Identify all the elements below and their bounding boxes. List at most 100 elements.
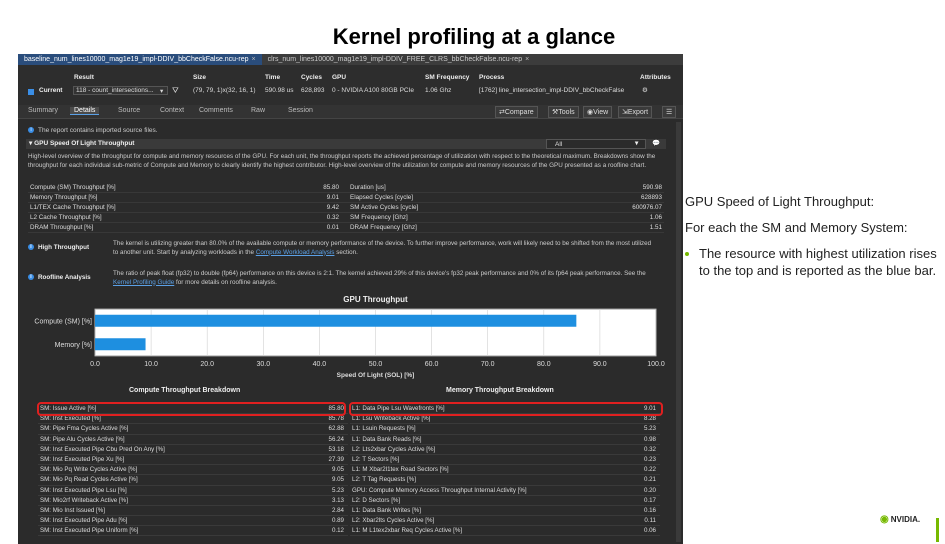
side-line-2: For each the SM and Memory System: bbox=[685, 220, 908, 235]
view-button[interactable]: ◉View bbox=[583, 106, 613, 118]
side-bullet: The resource with highest utilization ri… bbox=[685, 245, 943, 279]
x-tick-label: 50.0 bbox=[369, 361, 383, 368]
filter-icon[interactable]: ⛛ bbox=[172, 86, 179, 96]
breakdown-metric-value: 8.28 bbox=[643, 415, 656, 423]
chart-title: GPU Throughput bbox=[343, 295, 408, 304]
accent-bar bbox=[936, 518, 939, 542]
chevron-down-icon[interactable]: ▾ bbox=[160, 87, 163, 95]
breakdown-metric-name: L2: D Sectors [%] bbox=[352, 496, 401, 504]
section-body-select[interactable]: All bbox=[546, 139, 646, 149]
bar-compute bbox=[95, 314, 577, 327]
tab-comments[interactable]: Comments bbox=[195, 107, 237, 114]
breakdown-row: SM: Mio Pq Read Cycles Active [%] 9.05 bbox=[38, 475, 348, 486]
breakdown-metric-value: 0.11 bbox=[644, 517, 656, 525]
high-throughput-text: The kernel is utilizing greater than 80.… bbox=[113, 240, 652, 256]
cycles-label: Cycles bbox=[301, 74, 322, 81]
info-icon: i bbox=[28, 127, 34, 134]
breakdown-row: SM: Mio Pq Write Cycles Active [%] 9.05 bbox=[38, 465, 348, 476]
info-icon: i bbox=[28, 274, 34, 281]
size-value: (79, 79, 1)x(32, 16, 1) bbox=[193, 87, 256, 94]
chevron-down-icon[interactable]: ▾ bbox=[635, 139, 638, 149]
cycles-value: 628,893 bbox=[301, 87, 325, 94]
breakdown-metric-value: 0.16 bbox=[643, 506, 656, 514]
breakdown-metric-value: 0.20 bbox=[643, 486, 656, 494]
slide: Kernel profiling at a glance baseline_nu… bbox=[0, 0, 945, 544]
breakdown-metric-name: SM: Mio Pq Read Cycles Active [%] bbox=[40, 476, 138, 484]
breakdown-metric-value: 0.21 bbox=[643, 476, 656, 484]
breakdown-row: SM: Pipe Fma Cycles Active [%] 62.88 bbox=[38, 424, 348, 435]
section-header[interactable]: ▾ GPU Speed Of Light Throughput All ▾ 💬 bbox=[26, 139, 666, 149]
metric-name: Duration [us] bbox=[350, 184, 386, 191]
metric-name: Memory Throughput [%] bbox=[30, 194, 98, 201]
metric-value: 628893 bbox=[640, 194, 662, 201]
report-tab-baseline[interactable]: baseline_num_lines10000_mag1e19_impl-DDI… bbox=[18, 54, 262, 65]
comment-icon[interactable]: 💬 bbox=[652, 139, 660, 149]
close-icon[interactable]: × bbox=[252, 56, 256, 63]
metric-row: Memory Throughput [%] 9.01 Elapsed Cycles … bbox=[28, 193, 664, 203]
side-line-1: GPU Speed of Light Throughput: bbox=[685, 194, 875, 209]
tab-summary[interactable]: Summary bbox=[24, 107, 62, 114]
breakdown-row: SM: Inst Executed Pipe Uniform [%] 0.12 bbox=[38, 526, 348, 537]
breakdown-metric-name: GPU: Compute Memory Access Throughput In… bbox=[352, 486, 527, 494]
breakdown-row: L2: D Sectors [%] 0.17 bbox=[350, 496, 660, 506]
compute-workload-analysis-link[interactable]: Compute Workload Analysis bbox=[256, 249, 335, 256]
report-tab-bar: baseline_num_lines10000_mag1e19_impl-DDI… bbox=[18, 54, 683, 65]
attributes-label: Attributes bbox=[640, 74, 671, 81]
breakdown-row: SM: Inst Executed Pipe Xu [%] 27.39 bbox=[38, 455, 348, 466]
breakdown-metric-name: SM: Inst Executed Pipe Adu [%] bbox=[40, 517, 128, 525]
breakdown-metric-name: L1: Lsu Writeback Active [%] bbox=[352, 415, 431, 423]
breakdown-metric-name: SM: Inst Executed [%] bbox=[40, 415, 101, 423]
breakdown-row: L2: T Sectors [%] 0.23 bbox=[350, 455, 660, 466]
breakdown-row: L1: M L1tex2xbar Req Cycles Active [%] 0.… bbox=[350, 526, 660, 537]
breakdown-metric-value: 5.23 bbox=[643, 425, 656, 433]
breakdown-row: SM: Mio Inst Issued [%] 2.84 bbox=[38, 506, 348, 517]
compare-button[interactable]: ⇄Compare bbox=[495, 106, 538, 118]
metric-value: 9.01 bbox=[326, 194, 339, 201]
report-tab-clrs[interactable]: clrs_num_lines10000_mag1e19_impl-DDIV_FR… bbox=[262, 54, 536, 65]
roofline-text: The ratio of peak float (fp32) to double… bbox=[113, 270, 646, 286]
nvidia-eye-icon: ◉ bbox=[880, 514, 889, 525]
result-label: Result bbox=[74, 74, 94, 81]
bar-memory bbox=[95, 338, 146, 351]
export-button[interactable]: ⇲Export bbox=[618, 106, 653, 118]
compute-breakdown-table: SM: Issue Active [%] 85.80 SM: Inst Execut… bbox=[38, 404, 348, 537]
collapse-arrow-icon[interactable]: ▾ bbox=[29, 140, 32, 147]
x-tick-label: 40.0 bbox=[313, 361, 327, 368]
menu-icon[interactable]: ☰ bbox=[662, 106, 677, 118]
breakdown-metric-name: SM: Inst Executed Pipe Xu [%] bbox=[40, 455, 125, 463]
breakdown-metric-value: 0.17 bbox=[643, 496, 656, 504]
metric-row: L1/TEX Cache Throughput [%] 9.42 SM Active… bbox=[28, 203, 664, 213]
close-icon[interactable]: × bbox=[525, 56, 529, 63]
slide-title: Kernel profiling at a glance bbox=[332, 24, 616, 49]
category-label: Compute (SM) [%] bbox=[34, 318, 92, 325]
memory-breakdown-table: L1: Data Pipe Lsu Wavefronts [%] 9.01 L1: … bbox=[350, 404, 660, 537]
breakdown-row: L1: Data Bank Writes [%] 0.16 bbox=[350, 506, 660, 517]
roofline-title: i Roofline Analysis bbox=[28, 274, 91, 281]
breakdown-metric-name: L1: M Xbar2l1tex Read Sectors [%] bbox=[352, 466, 449, 474]
breakdown-metric-value: 85.78 bbox=[328, 415, 344, 423]
breakdown-row: GPU: Compute Memory Access Throughput In… bbox=[350, 486, 660, 496]
breakdown-metric-value: 9.05 bbox=[331, 476, 344, 484]
metric-name: L2 Cache Throughput [%] bbox=[30, 214, 102, 221]
tab-context[interactable]: Context bbox=[156, 107, 188, 114]
metric-value: 9.42 bbox=[326, 204, 339, 211]
x-tick-label: 30.0 bbox=[256, 361, 270, 368]
metric-value: 1.51 bbox=[649, 224, 662, 231]
metric-name: DRAM Frequency [Ghz] bbox=[350, 224, 417, 231]
scrollbar[interactable] bbox=[676, 122, 681, 542]
tab-details[interactable]: Details bbox=[70, 107, 100, 115]
gpu-label: GPU bbox=[332, 74, 347, 81]
nsight-compute-window: baseline_num_lines10000_mag1e19_impl-DDI… bbox=[18, 54, 683, 544]
breakdown-metric-value: 0.23 bbox=[643, 455, 656, 463]
tools-button[interactable]: ⚒Tools bbox=[548, 106, 579, 118]
tab-session[interactable]: Session bbox=[284, 107, 317, 114]
compute-breakdown-title: Compute Throughput Breakdown bbox=[129, 387, 241, 394]
gear-icon[interactable]: ⚙ bbox=[642, 86, 648, 94]
breakdown-metric-value: 0.12 bbox=[331, 527, 344, 535]
breakdown-metric-name: SM: Mio Pq Write Cycles Active [%] bbox=[40, 466, 138, 474]
x-tick-label: 0.0 bbox=[90, 361, 100, 368]
kernel-profiling-guide-link[interactable]: Kernel Profiling Guide bbox=[113, 279, 174, 286]
tab-raw[interactable]: Raw bbox=[247, 107, 269, 114]
high-throughput-note: i High Throughput The kernel is utilizing… bbox=[28, 240, 664, 260]
tab-source[interactable]: Source bbox=[114, 107, 144, 114]
